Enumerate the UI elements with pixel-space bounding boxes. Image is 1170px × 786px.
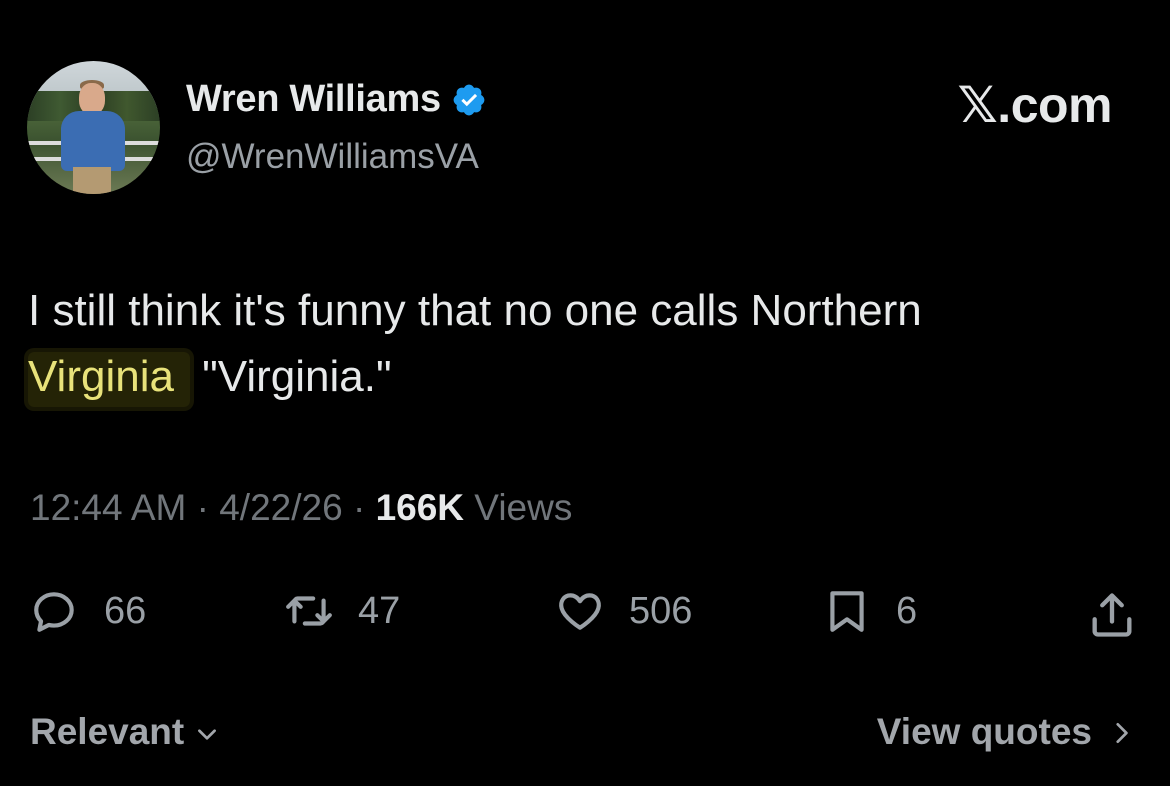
bookmark-button[interactable]: 6 [822,586,917,636]
sort-replies-dropdown[interactable]: Relevant [30,711,220,753]
chevron-down-icon [198,729,217,740]
tweet-time[interactable]: 12:44 AM [30,487,186,528]
avatar-legs [73,167,111,194]
author-name[interactable]: Wren Williams [186,78,441,121]
tweet-line-1: I still think it's funny that no one cal… [28,286,922,335]
tweet-text: I still think it's funny that no one cal… [28,278,1138,410]
view-quotes-link[interactable]: View quotes [877,711,1134,753]
sort-label: Relevant [30,711,185,752]
views-count: 166K [375,487,465,528]
author-handle[interactable]: @WrenWilliamsVA [186,137,479,177]
like-button[interactable]: 506 [555,586,692,636]
bookmark-count: 6 [896,589,918,632]
reply-button[interactable]: 66 [30,586,146,636]
reply-icon [34,592,74,632]
avatar[interactable] [27,61,160,194]
chevron-right-icon [1116,722,1128,744]
share-icon[interactable] [1086,589,1138,641]
meta-separator: · [186,487,220,528]
repost-button[interactable]: 47 [284,586,400,636]
views-label: Views [464,487,573,528]
brand-logo: 𝕏.com [957,77,1113,133]
verified-badge-icon [453,84,485,115]
highlighted-word: Virginia [28,352,190,407]
like-count: 506 [629,589,693,632]
author-name-row[interactable]: Wren Williams [186,78,487,121]
repost-count: 47 [358,589,401,632]
tweet-line-2-rest: "Virginia." [189,352,392,401]
heart-icon [559,593,601,630]
view-quotes-label: View quotes [876,711,1092,752]
meta-separator: · [342,487,376,528]
tweet-date[interactable]: 4/22/26 [219,487,342,528]
bookmark-icon [830,591,864,632]
avatar-body [61,111,125,171]
tweet-meta: 12:44 AM · 4/22/26 · 166K Views [30,487,572,529]
repost-icon [286,596,332,626]
tweet-line-2: Virginia "Virginia." [28,344,1138,410]
reply-count: 66 [104,589,147,632]
